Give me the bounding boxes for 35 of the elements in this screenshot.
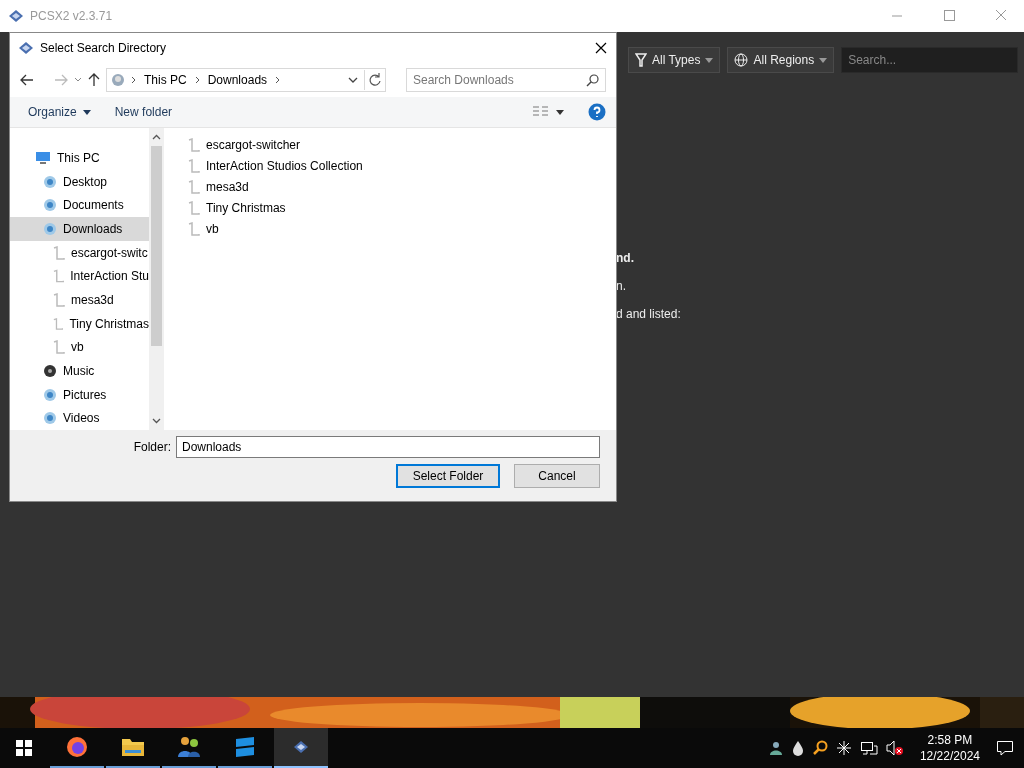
search-field[interactable]: Search... [841,47,1018,73]
dialog-button[interactable]: Select Folder [396,464,500,488]
window-title: PCSX2 v2.3.71 [30,9,114,23]
file-item[interactable]: escargot-switcher [188,134,616,155]
nav-item[interactable]: Music [10,359,149,383]
breadcrumb-item[interactable]: Downloads [205,73,270,87]
nav-item[interactable]: Tiny Christmas [10,311,149,336]
nav-item[interactable]: Documents [10,193,149,217]
message-text: n. [616,278,627,294]
nav-item[interactable]: InterAction Stu [10,264,149,289]
address-bar[interactable]: This PC Downloads [106,68,386,92]
file-item[interactable]: vb [188,218,616,239]
breadcrumb-item[interactable]: This PC [142,73,189,87]
message-text: d and listed: [616,306,682,322]
file-item[interactable]: mesa3d [188,176,616,197]
nav-item[interactable]: This PC [10,146,149,170]
toolbar-button[interactable]: New folder [114,105,173,119]
nav-item[interactable]: Desktop [10,169,149,194]
nav-item[interactable]: Downloads [10,217,149,241]
nav-item[interactable]: Pictures [10,382,149,407]
clock[interactable]: 2:58 PM 12/22/2024 [919,732,980,764]
message-text: nd. [616,250,635,266]
folder-field[interactable]: Downloads [176,436,600,458]
nav-item[interactable]: escargot-switc [10,240,149,265]
file-item[interactable]: Tiny Christmas [188,197,616,218]
dialog-title: Select Search Directory [40,41,168,55]
file-item[interactable]: InterAction Studios Collection [188,155,616,176]
filter-dropdown[interactable]: All Types [628,47,721,73]
toolbar-button[interactable]: Organize [28,105,91,119]
nav-item[interactable]: mesa3d [10,288,149,312]
dialog-button[interactable]: Cancel [514,464,600,488]
folder-label: Folder: [133,440,171,454]
nav-item[interactable]: vb [10,335,149,360]
filter-dropdown[interactable]: All Regions [727,47,835,73]
nav-item[interactable]: Videos [10,406,149,430]
